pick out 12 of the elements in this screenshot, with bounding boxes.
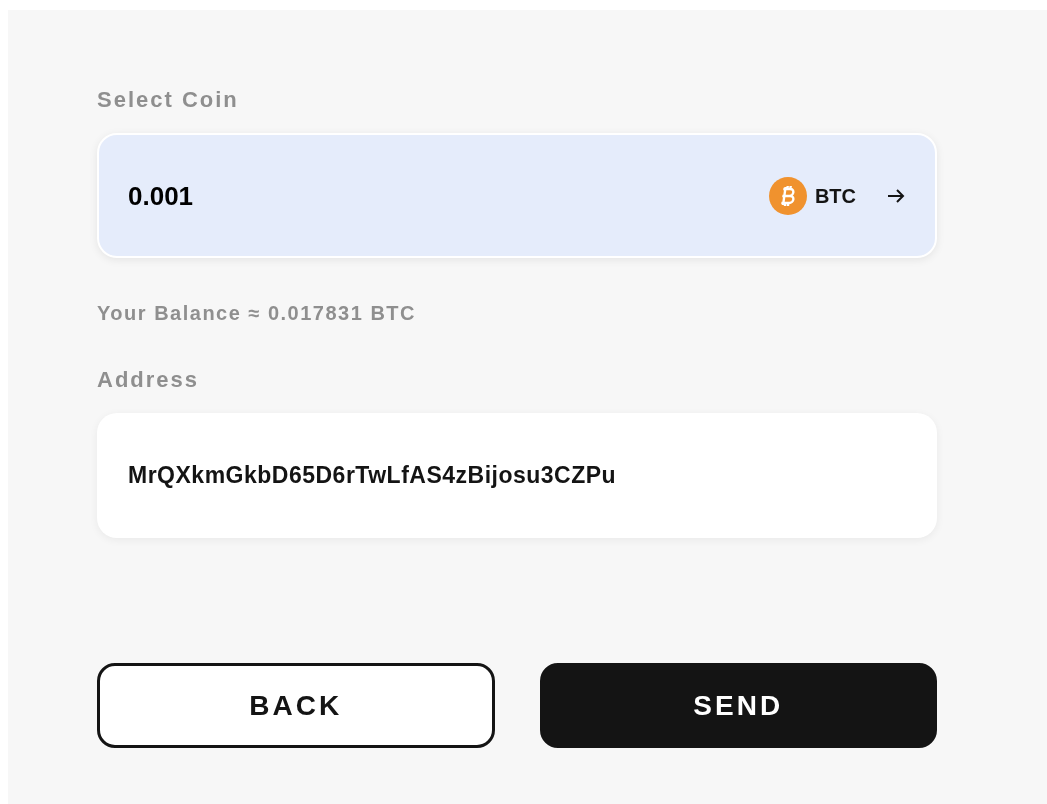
- coin-ticker: BTC: [814, 183, 856, 209]
- send-button[interactable]: SEND: [539, 663, 937, 748]
- arrow-right-icon[interactable]: [886, 187, 906, 204]
- amount-value: 0.001: [128, 180, 194, 213]
- bitcoin-icon: [768, 176, 807, 215]
- balance-text: Your Balance ≈ 0.017831 BTC: [97, 301, 416, 326]
- back-button[interactable]: BACK: [97, 663, 495, 748]
- field-label: Address: [97, 366, 200, 394]
- field-label: Select Coin: [97, 86, 239, 114]
- address-value: MrQXkmGkbD65D6rTwLfAS4zBijosu3CZPu: [128, 461, 617, 491]
- amount-field[interactable]: 0.001 BTC: [97, 133, 937, 258]
- address-field[interactable]: MrQXkmGkbD65D6rTwLfAS4zBijosu3CZPu: [97, 413, 937, 538]
